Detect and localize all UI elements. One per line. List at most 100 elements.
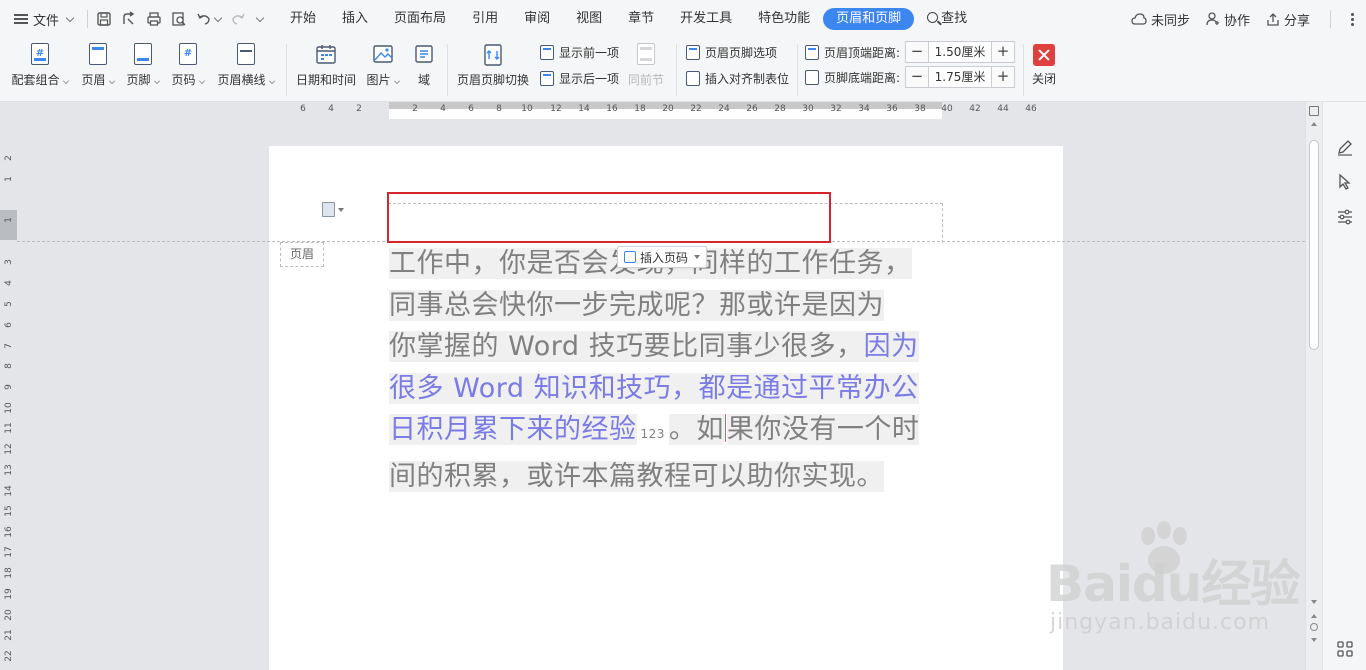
calendar-icon (316, 45, 336, 64)
tab-home[interactable]: 开始 (277, 8, 329, 30)
tab-insert[interactable]: 插入 (329, 8, 381, 30)
header-top-distance-input[interactable]: 1.50厘米 (928, 42, 993, 62)
customize-toolbar-icon[interactable] (255, 13, 265, 22)
ruler-tick-label: 42 (969, 104, 981, 114)
insert-align-tab-button[interactable]: 插入对齐制表位 (686, 70, 789, 87)
tab-special-features[interactable]: 特色功能 (745, 8, 823, 30)
search-label: 查找 (941, 11, 968, 26)
scroll-down-arrow[interactable] (1311, 600, 1317, 604)
chevron-down-icon (198, 78, 205, 84)
chevron-down-icon (338, 207, 344, 212)
tab-page-layout[interactable]: 页面布局 (381, 8, 459, 30)
undo-icon[interactable] (196, 11, 212, 27)
close-header-footer-button[interactable]: 关闭 (1028, 40, 1060, 86)
insert-align-tab-label: 插入对齐制表位 (705, 72, 790, 86)
right-tool-panel (1322, 102, 1366, 670)
same-as-previous-icon (637, 43, 655, 65)
ruler-tick-label: 4 (440, 104, 446, 114)
cursor-icon[interactable] (1336, 173, 1354, 191)
picture-button[interactable]: 图片 (364, 38, 402, 87)
document-body[interactable]: 工作中，你是否会发现，同样的工作任务， 同事总会快你一步完成呢？那或许是因为 你… (389, 243, 945, 497)
page-number-button[interactable]: # 页码 (170, 38, 206, 87)
vertical-scrollbar[interactable] (1305, 102, 1322, 670)
tab-section[interactable]: 章节 (615, 8, 667, 30)
header-footer-options-button[interactable]: 页眉页脚选项 (686, 44, 777, 61)
tab-header-footer[interactable]: 页眉和页脚 (823, 8, 915, 30)
footer-button[interactable]: 页脚 (125, 38, 161, 87)
show-previous-button[interactable]: 显示前一项 (540, 44, 619, 61)
ruler-tick-label: 13 (4, 464, 14, 476)
date-time-button[interactable]: 日期和时间 (295, 38, 357, 87)
ruler-tick-label: 16 (606, 104, 618, 114)
ruler-tick-label: 40 (941, 104, 953, 114)
ruler-tick-label: 32 (830, 104, 842, 114)
paragraph-line: 。如 (668, 414, 724, 445)
tab-view[interactable]: 视图 (563, 8, 615, 30)
share-button[interactable]: 分享 (1266, 10, 1310, 29)
ruler-tick-label: 46 (1025, 104, 1037, 114)
close-icon (1033, 44, 1055, 66)
ruler-tick-label: 24 (718, 104, 730, 114)
header-line-button[interactable]: 页眉横线 (215, 38, 277, 87)
browse-object-icon[interactable] (1310, 623, 1318, 631)
increase-button[interactable]: + (992, 67, 1015, 87)
scrollbar-thumb[interactable] (1309, 140, 1319, 350)
undo-dropdown-icon[interactable] (213, 13, 223, 22)
redo-icon[interactable] (230, 11, 246, 27)
vertical-ruler[interactable]: 2 1 1 3 4 5 6 7 8 9 10 11 12 13 14 15 16 17 18 19 20 21 22 (0, 119, 17, 670)
apps-grid-icon[interactable] (1336, 640, 1354, 658)
pen-icon[interactable] (1336, 138, 1354, 156)
ruler-tick-label: 11 (4, 422, 14, 434)
header-footer-switch-button[interactable]: 页眉页脚切换 (455, 38, 531, 87)
show-next-button[interactable]: 显示后一项 (540, 70, 619, 87)
tab-developer[interactable]: 开发工具 (667, 8, 745, 30)
ruler-tick-label: 10 (521, 104, 533, 114)
settings-sliders-icon[interactable] (1336, 208, 1354, 226)
search-button[interactable]: 查找 (914, 8, 980, 30)
increase-button[interactable]: + (992, 42, 1015, 62)
file-menu[interactable]: 文件 (0, 0, 83, 38)
chevron-down-icon (62, 78, 69, 84)
export-icon[interactable] (121, 11, 137, 27)
hamburger-icon (14, 14, 28, 24)
footer-icon (134, 43, 152, 65)
horizontal-ruler[interactable]: 6 4 2 2 4 6 8 10 12 14 16 18 20 22 24 26 28 30 32 34 36 38 40 4… (0, 102, 1305, 119)
footer-bottom-distance: 页脚底端距离: − 1.75厘米 + (805, 66, 1016, 88)
ruler-tick-label: 15 (4, 505, 14, 517)
decrease-button[interactable]: − (906, 67, 929, 87)
scroll-up-arrow[interactable] (1311, 122, 1317, 126)
print-icon[interactable] (146, 11, 162, 27)
cloud-icon (1131, 13, 1147, 25)
close-label: 关闭 (1031, 72, 1056, 86)
menu-bar: 文件 开始 插入 页面布局 引用 审阅 视图 章节 开发工具 特色功能 页眉和页… (0, 0, 1366, 38)
save-icon[interactable] (96, 11, 112, 27)
tab-references[interactable]: 引用 (459, 8, 511, 30)
switch-label: 页眉页脚切换 (456, 73, 529, 87)
decrease-button[interactable]: − (906, 42, 929, 62)
ruler-tick-label: 12 (550, 104, 562, 114)
ruler-tick-label: 6 (4, 322, 14, 328)
combo-button[interactable]: # 配套组合 (10, 38, 70, 87)
align-tab-icon (686, 71, 700, 86)
footer-bottom-distance-input[interactable]: 1.75厘米 (928, 67, 993, 87)
highlight-box (387, 192, 831, 243)
header-options-dropdown[interactable] (322, 202, 344, 217)
insert-page-number-button[interactable]: 插入页码 (617, 246, 708, 268)
footer-label: 页脚 (126, 73, 151, 87)
header-top-distance: 页眉顶端距离: − 1.50厘米 + (805, 41, 1016, 63)
header-button[interactable]: 页眉 (80, 38, 116, 87)
ruler-tick-label: 12 (4, 443, 14, 455)
field-button[interactable]: 域 (410, 38, 438, 87)
header-line-label: 页眉横线 (217, 73, 266, 87)
sync-status-button[interactable]: 未同步 (1131, 10, 1190, 29)
split-view-icon[interactable] (1309, 106, 1319, 116)
more-options-icon[interactable] (1351, 12, 1354, 26)
paragraph-line-colored: 因为 (863, 331, 919, 362)
previous-page-arrow[interactable] (1311, 614, 1317, 618)
chevron-down-icon (108, 78, 115, 84)
tab-review[interactable]: 审阅 (511, 8, 563, 30)
same-as-previous-button[interactable]: 同前节 (626, 38, 666, 87)
print-preview-icon[interactable] (171, 11, 187, 27)
collaborate-button[interactable]: 协作 (1206, 10, 1250, 29)
next-page-arrow[interactable] (1311, 638, 1317, 642)
